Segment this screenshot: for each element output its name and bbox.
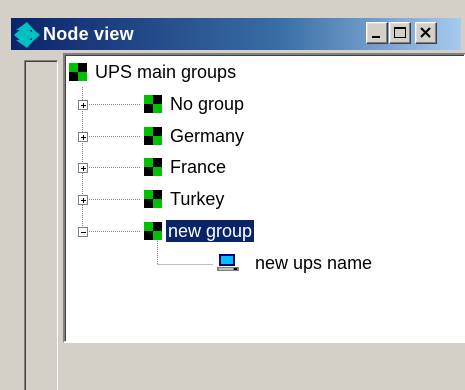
minimize-button[interactable]: [366, 22, 388, 44]
tree-node-label-selected: new group: [164, 219, 256, 243]
group-icon: [144, 190, 162, 208]
minus-icon: [81, 232, 86, 233]
tree-root-label: UPS main groups: [95, 62, 237, 82]
group-icon: [69, 63, 87, 81]
collapse-toggle[interactable]: [78, 227, 88, 237]
tree-node-label: new ups name: [255, 253, 373, 273]
tree-node-label: No group: [170, 94, 245, 114]
left-panel-strip: [24, 60, 58, 390]
group-icon: [144, 95, 162, 113]
move-arrows-icon: [14, 22, 40, 48]
plus-icon: [81, 103, 86, 108]
window-title: Node view: [43, 24, 134, 44]
tree-node-label: France: [170, 157, 227, 177]
minimize-icon: [372, 36, 380, 38]
expand-toggle[interactable]: [78, 132, 88, 142]
title-bar[interactable]: Node view: [11, 18, 461, 50]
maximize-icon: [394, 27, 406, 38]
close-icon: [420, 27, 431, 38]
group-icon: [144, 158, 162, 176]
maximize-button[interactable]: [389, 22, 411, 44]
client-area: UPS main groups No group Germany France …: [11, 53, 465, 390]
close-button[interactable]: [415, 22, 437, 44]
computer-icon: [217, 254, 239, 271]
group-icon: [144, 222, 162, 240]
tree-node-label: Germany: [170, 126, 245, 146]
expand-toggle[interactable]: [78, 100, 88, 110]
expand-toggle[interactable]: [78, 195, 88, 205]
tree-view[interactable]: UPS main groups No group Germany France …: [63, 53, 465, 343]
group-icon: [144, 127, 162, 145]
plus-icon: [81, 166, 86, 171]
tree-connectors: [82, 87, 213, 265]
expand-toggle[interactable]: [78, 163, 88, 173]
plus-icon: [81, 135, 86, 140]
plus-icon: [81, 198, 86, 203]
node-view-window: Node view UPS main groups No group Germa…: [0, 0, 465, 390]
tree-node-label: Turkey: [170, 189, 225, 209]
